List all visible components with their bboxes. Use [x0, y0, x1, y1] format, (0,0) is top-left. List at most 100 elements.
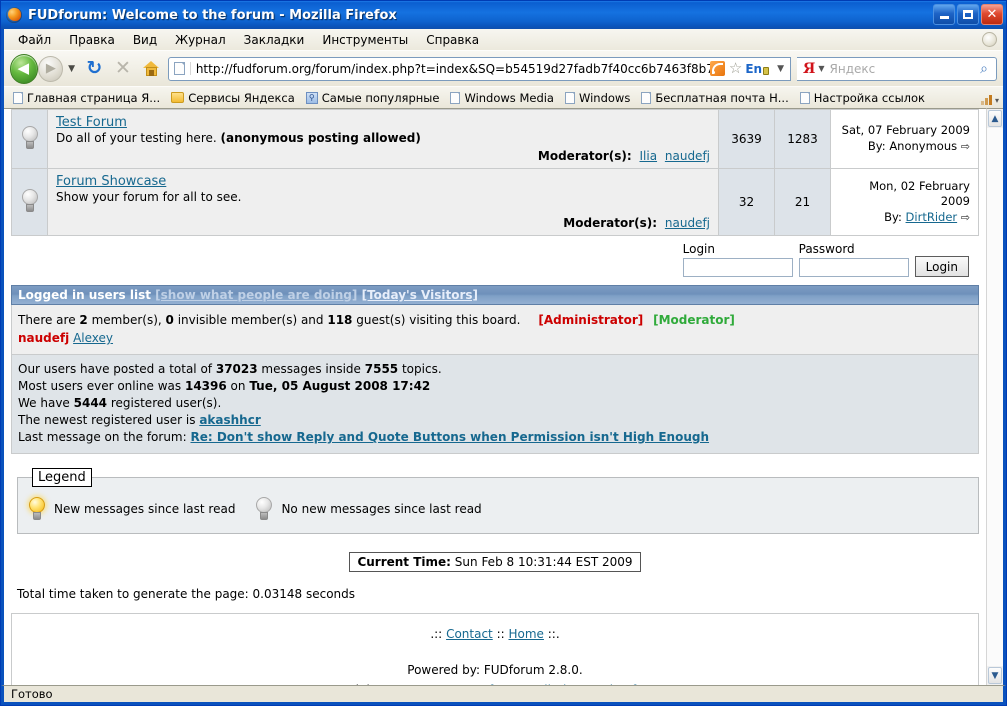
newest-user-link[interactable]: akashhcr: [199, 413, 260, 427]
total-topics: 7555: [364, 362, 399, 376]
search-bar[interactable]: Я ▼ Яндекс ⌕: [797, 56, 998, 81]
close-button[interactable]: ✕: [981, 4, 1003, 25]
bookmark-item[interactable]: Windows Media: [445, 90, 559, 106]
menu-bookmarks[interactable]: Закладки: [236, 31, 313, 49]
table-row: Test Forum Do all of your testing here. …: [11, 109, 979, 169]
online-users-list: naudefj Alexey: [18, 329, 972, 347]
chevron-down-icon[interactable]: ▾: [995, 96, 999, 105]
scroll-up-button[interactable]: ▲: [988, 110, 1002, 127]
bookmark-label: Самые популярные: [321, 90, 440, 105]
browser-chrome: Файл Правка Вид Журнал Закладки Инструме…: [1, 29, 1006, 108]
address-bar[interactable]: http://fudforum.org/forum/index.php?t=in…: [167, 56, 792, 81]
contact-link[interactable]: Contact: [446, 627, 493, 641]
vertical-scrollbar[interactable]: ▲ ▼: [986, 108, 1003, 685]
menu-view[interactable]: Вид: [125, 31, 165, 49]
moderator-legend-tag: [Moderator]: [653, 313, 735, 327]
maximize-button[interactable]: [957, 4, 979, 25]
stats-line-registered: We have 5444 registered user(s).: [18, 395, 972, 412]
forum-description: Do all of your testing here.: [56, 131, 221, 145]
cell-topics: 21: [774, 168, 831, 236]
login-button[interactable]: Login: [914, 256, 969, 277]
last-post-by-label: By:: [884, 209, 902, 224]
status-bar: Готово: [1, 685, 1006, 705]
goto-post-icon[interactable]: ⇨: [961, 140, 970, 153]
page-icon: [799, 91, 810, 104]
bookmark-item[interactable]: Главная страница Я...: [8, 90, 165, 106]
rss-feed-icon[interactable]: [709, 61, 725, 76]
home-link[interactable]: Home: [509, 627, 544, 641]
bookmark-item[interactable]: Windows: [560, 90, 635, 106]
forum-link[interactable]: Forum Showcase: [56, 174, 166, 189]
bookmark-item[interactable]: Сервисы Яндекса: [166, 90, 300, 106]
last-post-author: Anonymous: [889, 138, 958, 153]
online-user-link[interactable]: Alexey: [73, 331, 113, 345]
search-engine-dropdown[interactable]: ▼: [818, 64, 824, 73]
bookmark-label: Сервисы Яндекса: [188, 90, 295, 105]
page-icon: [641, 91, 652, 104]
menu-edit[interactable]: Правка: [61, 31, 123, 49]
menu-tools[interactable]: Инструменты: [314, 31, 416, 49]
url-dropdown-button[interactable]: ▼: [773, 64, 788, 74]
stats-text: We have: [18, 396, 74, 411]
menu-help[interactable]: Справка: [418, 31, 487, 49]
moderator-link[interactable]: naudefj: [665, 149, 710, 163]
page-icon: [450, 91, 461, 104]
login-label: Login: [682, 242, 715, 256]
menu-file[interactable]: Файл: [10, 31, 59, 49]
reload-button[interactable]: ↻: [82, 56, 107, 82]
scrollbar-track[interactable]: [987, 128, 1003, 666]
bookmark-item[interactable]: Настройка ссылок: [795, 90, 930, 106]
minimize-button[interactable]: [933, 4, 955, 25]
reload-icon: ↻: [86, 57, 103, 79]
url-text[interactable]: http://fudforum.org/forum/index.php?t=in…: [191, 62, 710, 76]
visitor-counts-line: There are 2 member(s), 0 invisible membe…: [18, 311, 972, 329]
search-icon[interactable]: ⌕: [972, 61, 996, 77]
bulb-on-icon: [28, 497, 46, 521]
back-arrow-icon: ◀: [17, 59, 29, 77]
scroll-down-button[interactable]: ▼: [988, 667, 1002, 684]
moderator-link[interactable]: Ilia: [639, 149, 657, 163]
copyright-line: Copyright ©2001-2009 FUDforum Bulletin B…: [12, 681, 978, 685]
yandex-logo-icon: Я: [803, 60, 816, 77]
current-time-label: Current Time:: [357, 555, 451, 570]
online-user-link[interactable]: naudefj: [18, 331, 69, 345]
counts-mid2: invisible member(s) and: [173, 313, 328, 327]
powered-by-text: Powered by: FUDforum 2.8.0.: [407, 663, 583, 678]
history-dropdown-button[interactable]: ▼: [68, 64, 75, 74]
goto-post-icon[interactable]: ⇨: [961, 211, 970, 224]
stop-button[interactable]: ✕: [111, 56, 136, 82]
fudforum-link[interactable]: FUDforum Bulletin Board Software: [464, 683, 670, 685]
current-time-wrap: Current Time: Sun Feb 8 10:31:44 EST 200…: [11, 552, 979, 573]
bookmark-star-icon[interactable]: ☆: [729, 61, 742, 76]
show-what-people-are-doing-link[interactable]: [show what people are doing]: [155, 288, 357, 302]
last-message-link[interactable]: Re: Don't show Reply and Quote Buttons w…: [190, 430, 709, 444]
stats-line-messages: Our users have posted a total of 37023 m…: [18, 361, 972, 378]
page-footer: .:: Contact :: Home ::. Powered by: FUDf…: [11, 613, 979, 685]
password-label: Password: [798, 242, 855, 256]
stats-text: messages inside: [257, 362, 365, 376]
last-post-author[interactable]: DirtRider: [906, 210, 958, 224]
forward-button[interactable]: ▶: [38, 55, 64, 82]
bookmark-item[interactable]: ⚲ Самые популярные: [301, 90, 445, 106]
cell-messages: 32: [718, 168, 775, 236]
password-input[interactable]: [798, 258, 909, 277]
last-post-date: Sat, 07 February 2009: [841, 123, 970, 138]
home-button[interactable]: [139, 56, 164, 82]
browser-window: FUDforum: Welcome to the forum - Mozilla…: [0, 0, 1007, 706]
stats-line-newest: The newest registered user is akashhcr: [18, 412, 972, 429]
bookmark-label: Windows Media: [464, 90, 554, 105]
folder-icon: [171, 92, 185, 103]
bookmark-item[interactable]: Бесплатная почта Н...: [636, 90, 793, 106]
todays-visitors-link[interactable]: [Today's Visitors]: [362, 288, 478, 302]
moderator-link[interactable]: naudefj: [665, 216, 710, 230]
cell-messages: 3639: [718, 109, 775, 169]
login-input[interactable]: [682, 258, 793, 277]
page-icon: [13, 91, 23, 104]
moderators-label: Moderator(s):: [537, 149, 632, 163]
back-button[interactable]: ◀: [10, 53, 39, 84]
menu-history[interactable]: Журнал: [167, 31, 234, 49]
footer-links: .:: Contact :: Home ::.: [12, 625, 978, 644]
forum-link[interactable]: Test Forum: [56, 115, 127, 130]
board-statistics: Our users have posted a total of 37023 m…: [11, 355, 979, 455]
search-input[interactable]: Яндекс: [830, 62, 972, 76]
